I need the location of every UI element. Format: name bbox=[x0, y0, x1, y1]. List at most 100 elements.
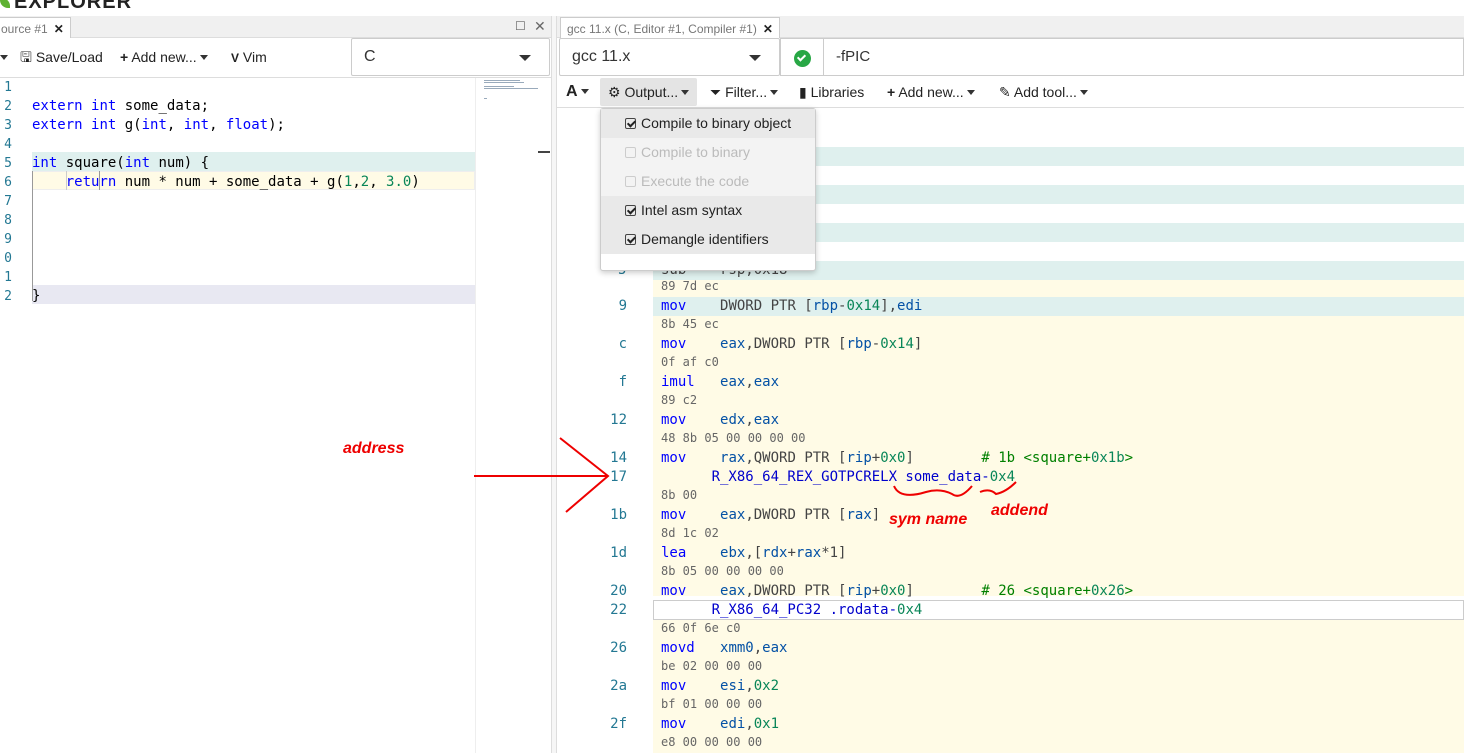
source-line: 2 extern int some_data; bbox=[0, 97, 475, 116]
checkbox-checked-icon bbox=[625, 234, 636, 245]
source-line: 0 bbox=[0, 249, 475, 268]
add-new-label: Add new... bbox=[898, 84, 964, 100]
save-load-button[interactable]: 🖫 Save/Load bbox=[20, 43, 103, 71]
line-number: 4 bbox=[4, 137, 12, 152]
close-pane-icon[interactable]: ✕ bbox=[534, 18, 546, 35]
line-number: 5 bbox=[4, 156, 12, 171]
source-editor[interactable]: 1 2 extern int some_data; 3 extern int g(int… bbox=[0, 78, 551, 753]
minimap-line bbox=[484, 82, 524, 83]
source-line: 9 bbox=[0, 230, 475, 249]
asm-address[interactable]: 26 bbox=[557, 639, 627, 658]
maximize-icon[interactable]: ☐ bbox=[515, 19, 526, 33]
save-load-label: Save/Load bbox=[35, 49, 103, 65]
vim-button[interactable]: V Vim bbox=[231, 43, 267, 71]
line-number: 6 bbox=[4, 175, 12, 190]
asm-line: 12 mov edx,eax bbox=[557, 411, 1464, 430]
tab-source-label: ource #1 bbox=[1, 22, 48, 36]
asm-instruction: R_X86_64_PC32 .rodata-0x4 bbox=[661, 602, 923, 618]
asm-instruction: mov eax,DWORD PTR [rip+0x0] # 26 <square… bbox=[661, 583, 1134, 599]
checkbox-checked-icon bbox=[625, 118, 636, 129]
minimap-line bbox=[484, 98, 487, 99]
app-logo[interactable]: EXPLORER bbox=[0, 0, 132, 14]
asm-line: f imul eax,eax bbox=[557, 373, 1464, 392]
asm-line: 2f mov edi,0x1 bbox=[557, 715, 1464, 734]
compiler-toolbar: A ⚙ Output... ⏷ Filter... ▮ Libraries + … bbox=[557, 76, 1464, 108]
asm-instruction: lea ebx,[rdx+rax*1] bbox=[661, 545, 847, 561]
compiler-options-input[interactable]: -fPIC bbox=[823, 38, 1464, 76]
source-line: 1 bbox=[0, 268, 475, 287]
asm-line: 26 movd xmm0,eax bbox=[557, 639, 1464, 658]
font-size-button[interactable]: A bbox=[566, 78, 589, 106]
addend-brace bbox=[979, 481, 1017, 496]
menu-item-demangle-identifiers[interactable]: Demangle identifiers bbox=[601, 225, 815, 254]
scrollbar-thumb[interactable] bbox=[538, 151, 550, 153]
tab-source[interactable]: ource #1 ✕ bbox=[0, 17, 71, 38]
opcode-bytes: e8 00 00 00 00 bbox=[661, 735, 763, 749]
asm-line: 20 mov eax,DWORD PTR [rip+0x0] # 26 <squa… bbox=[557, 582, 1464, 601]
asm-address[interactable]: 2f bbox=[557, 715, 627, 734]
asm-instruction: mov esi,0x2 bbox=[661, 678, 780, 694]
opcode-bytes: bf 01 00 00 00 bbox=[661, 697, 763, 711]
asm-instruction: imul eax,eax bbox=[661, 374, 780, 390]
plus-icon: + bbox=[887, 84, 896, 100]
add-tool-button[interactable]: ✎ Add tool... bbox=[999, 78, 1088, 106]
line-number: 1 bbox=[4, 270, 12, 285]
source-line: 2} bbox=[0, 287, 475, 306]
language-select[interactable]: C bbox=[351, 38, 550, 76]
opcode-bytes: 66 0f 6e c0 bbox=[661, 621, 741, 635]
close-icon[interactable]: ✕ bbox=[763, 22, 773, 36]
add-tool-label: Add tool... bbox=[1013, 84, 1077, 100]
output-button[interactable]: ⚙ Output... bbox=[600, 78, 698, 106]
add-new-button[interactable]: + Add new... bbox=[120, 43, 208, 71]
opcode-bytes: 89 7d ec bbox=[661, 279, 719, 293]
compile-status[interactable] bbox=[780, 38, 824, 76]
menu-item-intel-asm-syntax[interactable]: Intel asm syntax bbox=[601, 196, 815, 225]
menu-item-compile-to-binary-object[interactable]: Compile to binary object bbox=[601, 109, 815, 138]
code-text: extern int g(int, int, float); bbox=[32, 117, 285, 133]
compiler-select[interactable]: gcc 11.x bbox=[559, 38, 780, 76]
line-number: 2 bbox=[4, 99, 12, 114]
asm-address[interactable]: c bbox=[557, 335, 627, 354]
chevron-down-icon[interactable] bbox=[0, 43, 8, 71]
line-number: 3 bbox=[4, 118, 12, 133]
asm-address[interactable]: 9 bbox=[557, 297, 627, 316]
opcode-bytes: 8b 05 00 00 00 00 bbox=[661, 564, 784, 578]
source-tabstrip bbox=[0, 16, 551, 38]
checkbox-icon bbox=[625, 147, 636, 158]
line-number: 8 bbox=[4, 213, 12, 228]
asm-address[interactable]: 1d bbox=[557, 544, 627, 563]
source-line: 3 extern int g(int, int, float); bbox=[0, 116, 475, 135]
tab-compiler[interactable]: gcc 11.x (C, Editor #1, Compiler #1) ✕ bbox=[560, 17, 780, 38]
asm-address[interactable]: 20 bbox=[557, 582, 627, 601]
close-icon[interactable]: ✕ bbox=[54, 22, 64, 36]
filter-button[interactable]: ⏷ Filter... bbox=[710, 78, 779, 106]
source-line: 8 bbox=[0, 211, 475, 230]
menu-item-execute-the-code: Execute the code bbox=[601, 167, 815, 196]
menu-item-compile-to-binary: Compile to binary bbox=[601, 138, 815, 167]
add-new-compiler-button[interactable]: + Add new... bbox=[887, 78, 975, 106]
opcode-bytes: 8b 45 ec bbox=[661, 317, 719, 331]
vim-label: Vim bbox=[242, 49, 267, 65]
asm-address[interactable]: f bbox=[557, 373, 627, 392]
asm-instruction: mov eax,DWORD PTR [rbp-0x14] bbox=[661, 336, 923, 352]
check-circle-icon bbox=[794, 50, 811, 67]
book-icon: ▮ bbox=[799, 84, 807, 100]
asm-address[interactable]: 2a bbox=[557, 677, 627, 696]
asm-address[interactable]: 12 bbox=[557, 411, 627, 430]
asm-address[interactable]: 22 bbox=[557, 601, 627, 620]
line-number: 9 bbox=[4, 232, 12, 247]
minimap[interactable] bbox=[475, 78, 538, 753]
code-text: int square(int num) { bbox=[32, 155, 210, 171]
asm-instruction: mov edx,eax bbox=[661, 412, 780, 428]
chevron-down-icon bbox=[749, 55, 761, 61]
asm-line: c mov eax,DWORD PTR [rbp-0x14] bbox=[557, 335, 1464, 354]
minimap-line bbox=[484, 80, 520, 81]
libraries-button[interactable]: ▮ Libraries bbox=[799, 78, 864, 106]
output-menu: Compile to binary object Compile to binar… bbox=[600, 108, 816, 271]
asm-line: 22 R_X86_64_PC32 .rodata-0x4 bbox=[557, 601, 1464, 620]
wrench-icon: ✎ bbox=[999, 84, 1011, 100]
source-line: 6 return num * num + some_data + g(1,2, … bbox=[0, 173, 475, 192]
options-value: -fPIC bbox=[836, 48, 871, 65]
source-line: 7 bbox=[0, 192, 475, 211]
language-value: C bbox=[364, 48, 376, 65]
